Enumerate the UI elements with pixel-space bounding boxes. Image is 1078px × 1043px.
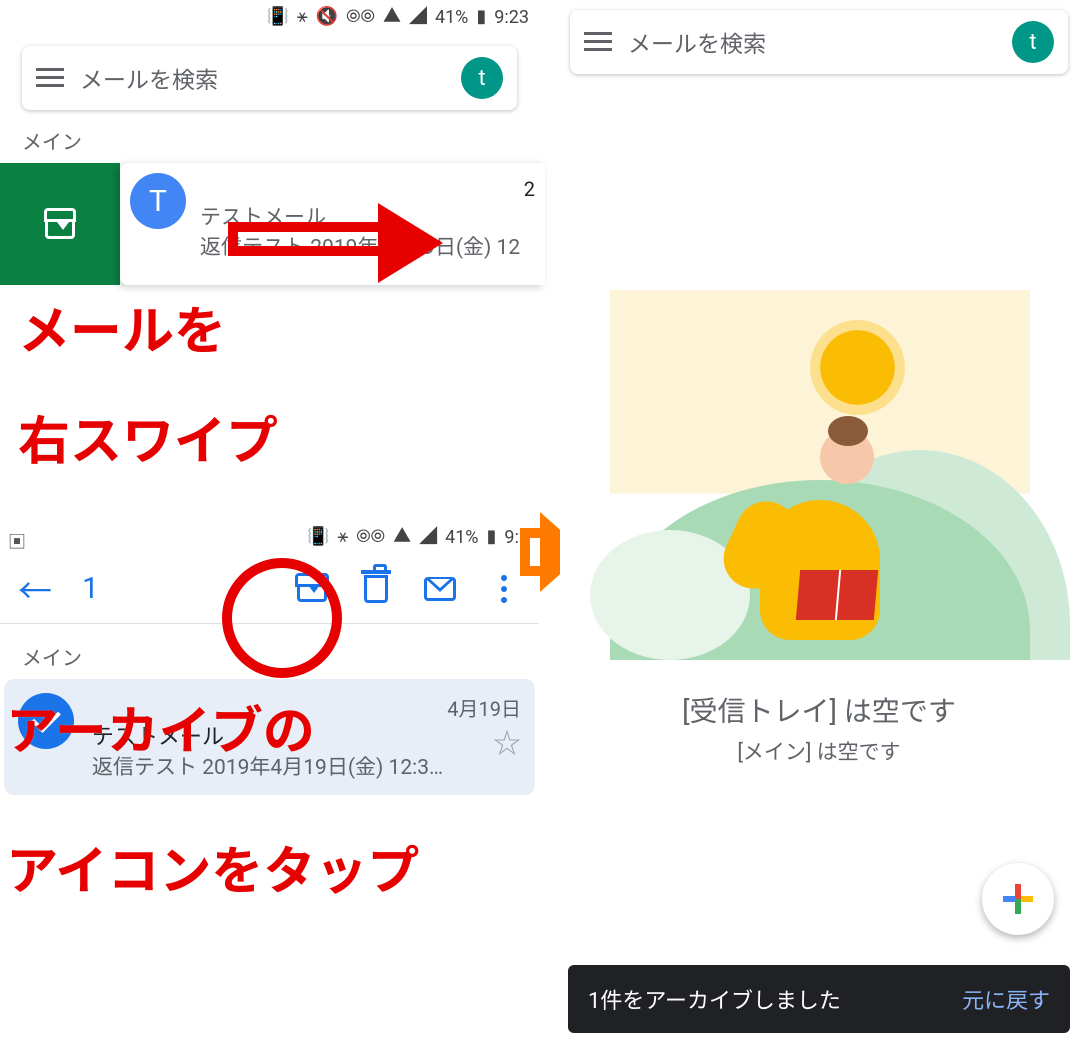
empty-subtitle: [メイン] は空です: [560, 736, 1078, 766]
snackbar-message: 1件をアーカイブしました: [588, 983, 841, 1015]
signal-icon: ◢: [419, 528, 437, 546]
annotation-text-2a: アーカイブの: [6, 702, 315, 762]
status-bar-2: 📳 ⚹ ⦾⦾ ▲ ◢ 41% ▮ 9:2: [0, 520, 539, 554]
battery-icon: ▮: [487, 528, 497, 546]
vibrate-icon: 📳: [307, 528, 329, 546]
account-avatar[interactable]: t: [461, 57, 503, 99]
empty-state-text: [受信トレイ] は空です [メイン] は空です: [560, 690, 1078, 766]
annotation-text-1a: メールを: [18, 302, 226, 362]
battery-icon: ▮: [476, 8, 486, 26]
mute-icon: 🔇: [316, 8, 338, 26]
panel-swipe-demo: 📳 ⚹ 🔇 ⦾⦾ ▲ ◢ 41% ▮ 9:23 メールを検索 t メイン T テ…: [0, 0, 539, 520]
annotation-text-1b: 右スワイプ: [18, 412, 278, 472]
menu-icon[interactable]: [36, 68, 64, 88]
snackbar: 1件をアーカイブしました 元に戻す: [568, 965, 1070, 1033]
panel-empty-inbox: メールを検索 t [受信トレイ] は空です [メイン] は空です 1件をアーカイ…: [560, 0, 1078, 1043]
star-button[interactable]: ☆: [447, 722, 521, 762]
swipe-archive-background: [0, 163, 120, 285]
empty-state-illustration: [610, 290, 1030, 660]
annotation-circle: [222, 558, 342, 678]
search-bar[interactable]: メールを検索 t: [22, 46, 517, 110]
annotation-arrow-orange-shaft: [520, 528, 542, 576]
bluetooth-icon: ⚹: [337, 528, 348, 546]
wifi-icon: ▲: [393, 528, 411, 546]
voicemail-icon: ⦾⦾: [346, 8, 375, 26]
delete-button[interactable]: [359, 572, 393, 606]
search-placeholder[interactable]: メールを検索: [80, 61, 445, 95]
search-bar[interactable]: メールを検索 t: [570, 10, 1068, 74]
annotation-arrow-shaft: [228, 222, 378, 256]
clock-text: 9:23: [494, 7, 529, 28]
mail-icon: [424, 577, 456, 601]
sender-name: [200, 173, 524, 201]
battery-text: 41%: [445, 527, 478, 548]
sender-avatar[interactable]: T: [130, 173, 186, 229]
wifi-icon: ▲: [383, 8, 401, 26]
bluetooth-icon: ⚹: [297, 8, 308, 26]
account-avatar[interactable]: t: [1012, 21, 1054, 63]
mail-date: 4月19日: [447, 693, 521, 722]
selection-count: 1: [82, 571, 99, 606]
thread-count: 2: [524, 173, 535, 275]
section-label-main: メイン: [0, 120, 539, 163]
compose-button[interactable]: [982, 863, 1054, 935]
more-icon: [501, 575, 507, 603]
archive-icon: [45, 209, 75, 239]
voicemail-icon: ⦾⦾: [356, 528, 385, 546]
vibrate-icon: 📳: [266, 8, 288, 26]
trash-icon: [364, 575, 388, 603]
search-placeholder[interactable]: メールを検索: [628, 25, 996, 59]
more-button[interactable]: [487, 572, 521, 606]
battery-text: 41%: [435, 7, 468, 28]
status-bar: 📳 ⚹ 🔇 ⦾⦾ ▲ ◢ 41% ▮ 9:23: [0, 0, 539, 34]
annotation-arrow-head: [378, 203, 443, 283]
annotation-text-2b: アイコンをタップ: [6, 842, 419, 902]
undo-button[interactable]: 元に戻す: [962, 983, 1050, 1015]
mark-unread-button[interactable]: [423, 572, 457, 606]
screenshot-icon: ▣: [8, 528, 26, 554]
panel-selection-mode: ▣ 📳 ⚹ ⦾⦾ ▲ ◢ 41% ▮ 9:2 ← 1 メイン テストメール 返信…: [0, 520, 539, 1043]
signal-icon: ◢: [409, 8, 427, 26]
back-button[interactable]: ←: [18, 564, 52, 613]
plus-icon: [1003, 884, 1033, 914]
empty-title: [受信トレイ] は空です: [560, 690, 1078, 730]
menu-icon[interactable]: [584, 32, 612, 52]
